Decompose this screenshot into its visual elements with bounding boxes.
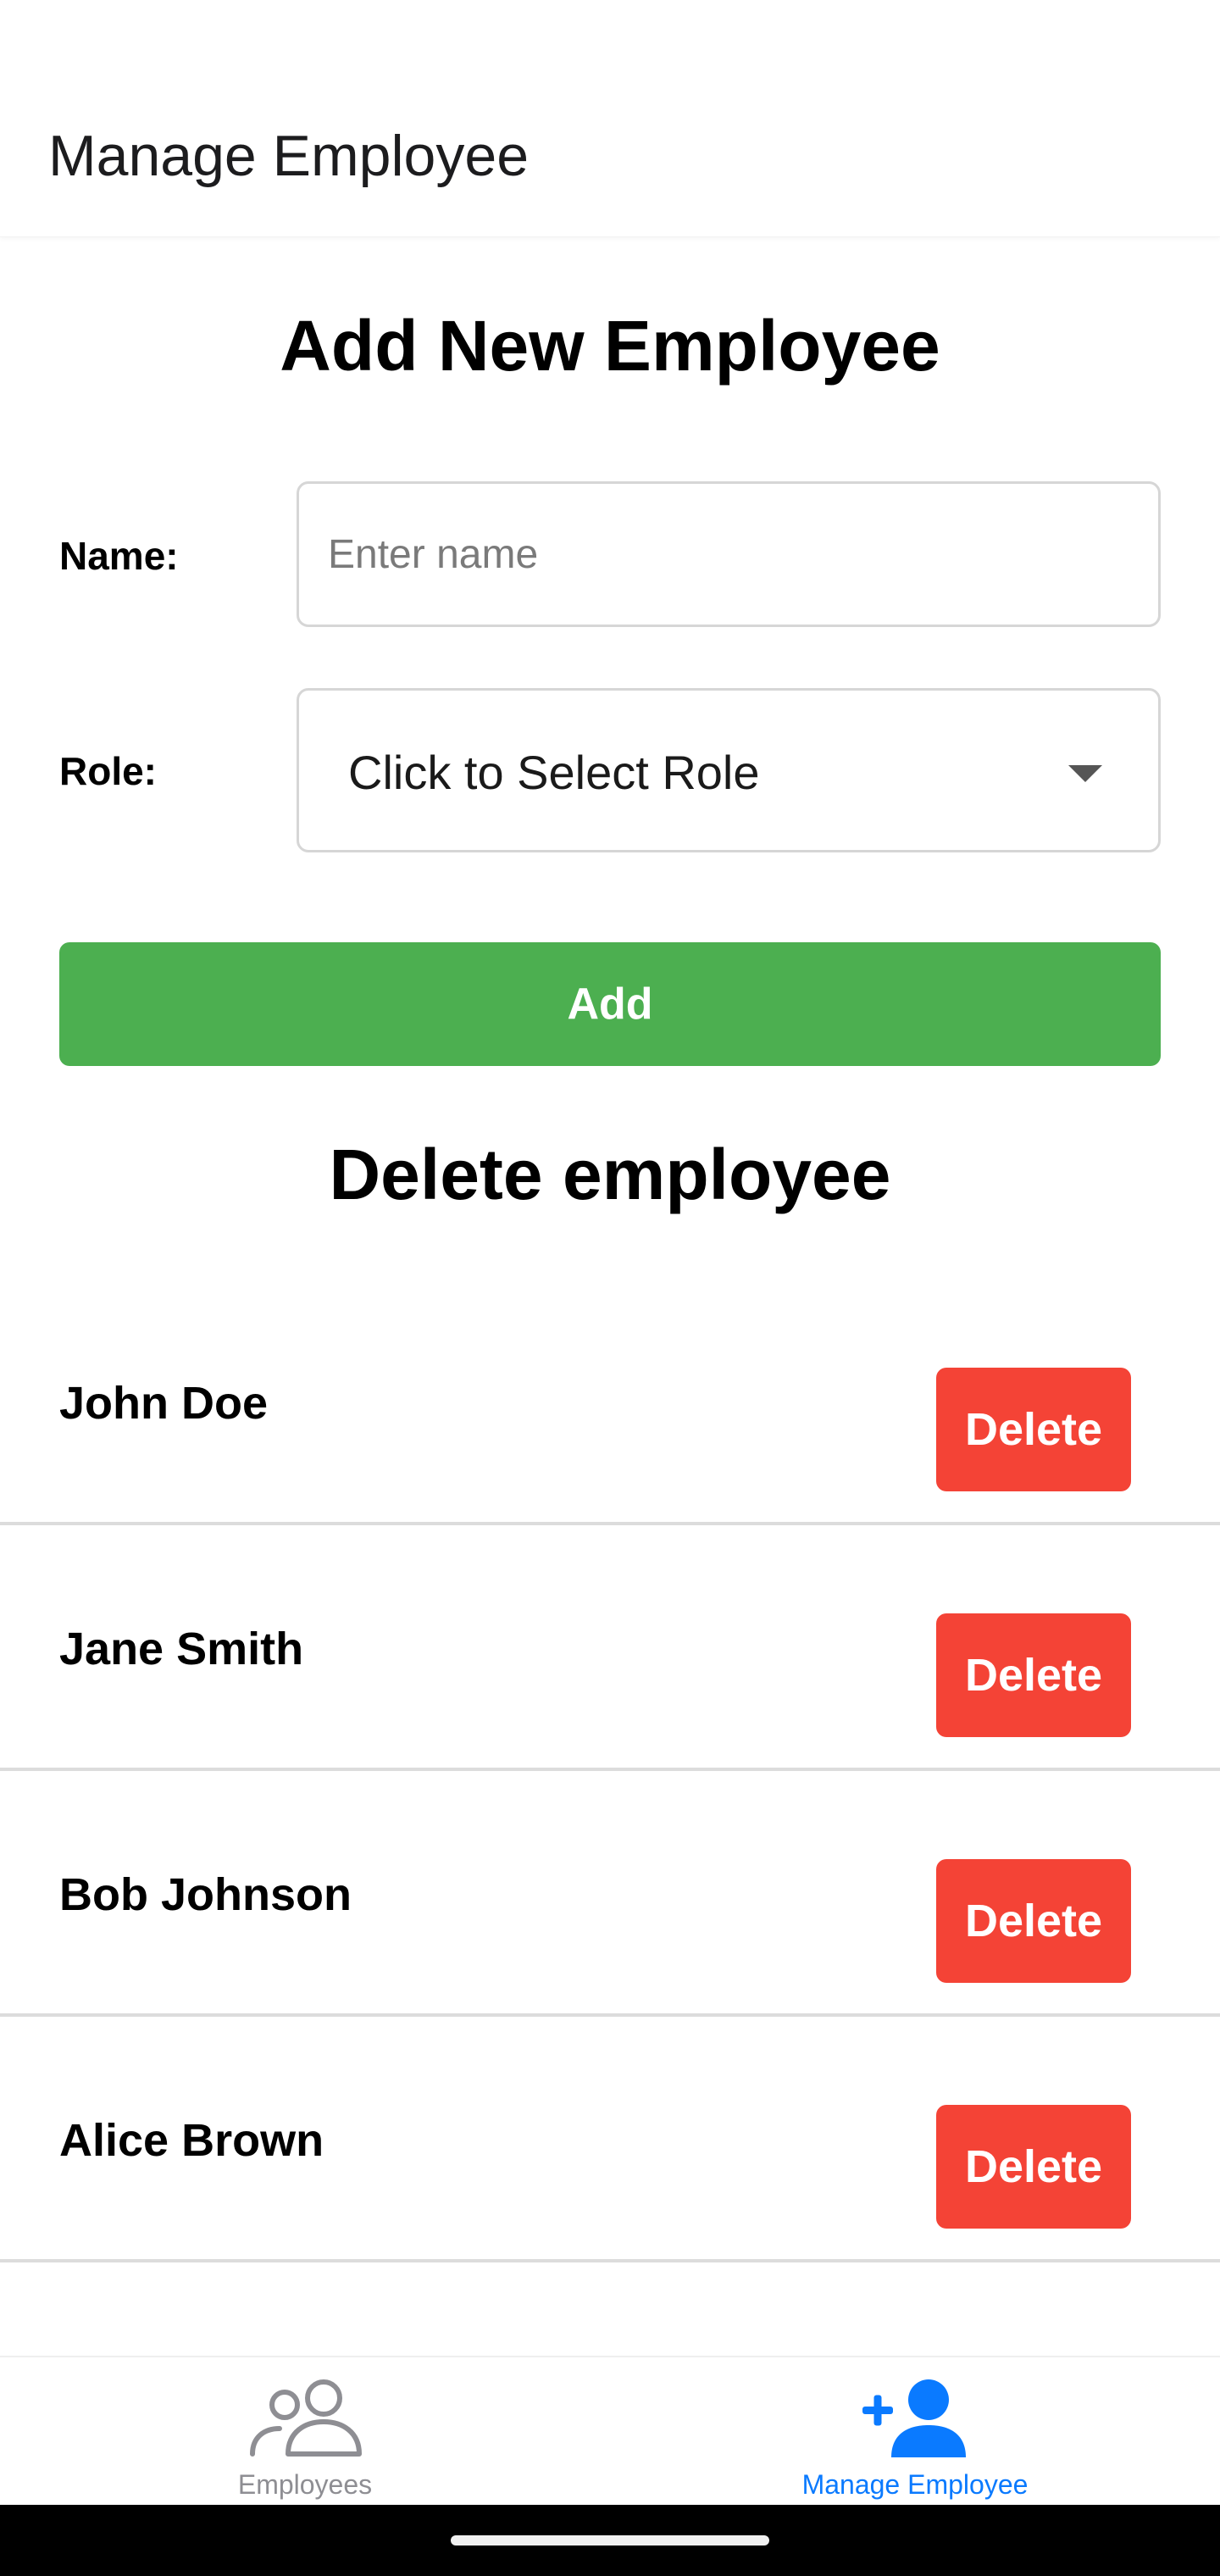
- home-indicator[interactable]: [451, 2535, 769, 2545]
- delete-button[interactable]: Delete: [936, 1368, 1131, 1491]
- delete-button[interactable]: Delete: [936, 1859, 1131, 1983]
- tab-manage-employee-label: Manage Employee: [801, 2469, 1029, 2500]
- tab-employees[interactable]: Employees: [0, 2357, 610, 2507]
- people-outline-icon: [250, 2379, 362, 2457]
- person-add-icon: [862, 2379, 966, 2457]
- employee-name: Bob Johnson: [59, 1869, 352, 1920]
- employee-name: Alice Brown: [59, 2115, 324, 2166]
- add-employee-heading: Add New Employee: [280, 306, 940, 386]
- tab-employees-label: Employees: [237, 2469, 373, 2500]
- app-header: Manage Employee: [0, 0, 1220, 237]
- name-input[interactable]: [297, 481, 1161, 627]
- tab-manage-employee[interactable]: Manage Employee: [610, 2357, 1220, 2507]
- delete-button[interactable]: Delete: [936, 1613, 1131, 1737]
- list-item: Jane Smith Delete: [0, 1525, 1220, 1771]
- bottom-tab-bar: Employees Manage Employee: [0, 2356, 1220, 2505]
- employee-list: John Doe Delete Jane Smith Delete Bob Jo…: [0, 1280, 1220, 2262]
- role-select-value: Click to Select Role: [348, 746, 760, 799]
- employee-name: John Doe: [59, 1378, 269, 1429]
- system-navigation-bar: [0, 2505, 1220, 2576]
- list-item: Bob Johnson Delete: [0, 1771, 1220, 2017]
- page-title: Manage Employee: [48, 124, 530, 188]
- list-item: John Doe Delete: [0, 1280, 1220, 1525]
- role-label: Role:: [59, 749, 157, 793]
- caret-down-icon: [1068, 765, 1102, 782]
- delete-employee-heading: Delete employee: [329, 1135, 891, 1214]
- employee-name: Jane Smith: [59, 1624, 304, 1674]
- delete-button[interactable]: Delete: [936, 2105, 1131, 2229]
- add-button[interactable]: Add: [59, 942, 1161, 1066]
- list-item: Alice Brown Delete: [0, 2017, 1220, 2262]
- name-label: Name:: [59, 534, 179, 578]
- role-select[interactable]: Click to Select Role: [297, 688, 1161, 852]
